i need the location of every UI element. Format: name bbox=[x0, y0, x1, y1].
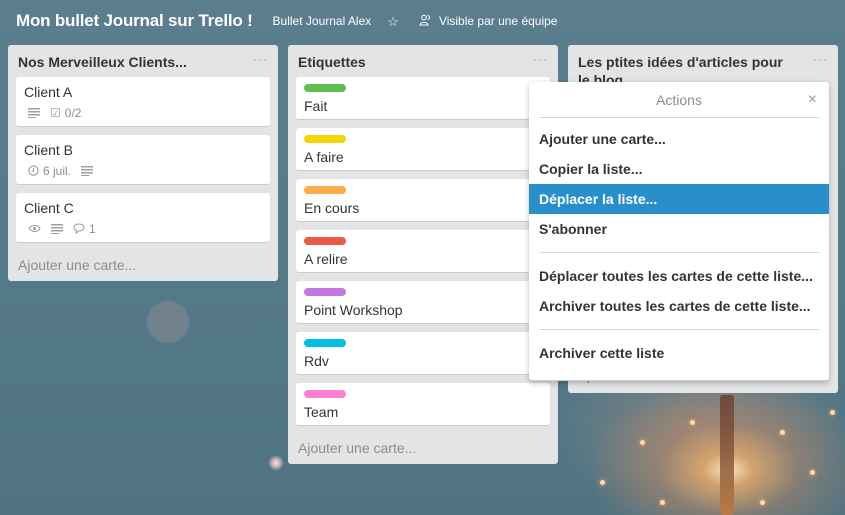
list-menu-icon[interactable]: ··· bbox=[813, 53, 828, 65]
clock-icon bbox=[28, 164, 39, 178]
comments-count: 1 bbox=[89, 222, 96, 236]
card-label-color bbox=[304, 339, 346, 347]
description-icon bbox=[51, 224, 63, 234]
add-card-button[interactable]: Ajouter une carte... bbox=[288, 434, 558, 464]
due-date-badge: 6 juil. bbox=[28, 164, 71, 178]
background-spark bbox=[660, 500, 665, 505]
card-title: Point Workshop bbox=[304, 302, 403, 318]
board-title[interactable]: Mon bullet Journal sur Trello ! bbox=[16, 11, 253, 31]
checklist-count: 0/2 bbox=[64, 106, 82, 120]
card-label-color bbox=[304, 237, 346, 245]
label-card[interactable]: A faire bbox=[296, 128, 550, 171]
menu-item[interactable]: Ajouter une carte... bbox=[529, 124, 829, 154]
description-icon bbox=[28, 108, 40, 118]
list-clients: Nos Merveilleux Clients... ··· Client A … bbox=[8, 45, 278, 281]
label-card[interactable]: A relire bbox=[296, 230, 550, 273]
card-title: Fait bbox=[304, 98, 328, 114]
card-title: En cours bbox=[304, 200, 360, 216]
card-title: Client B bbox=[24, 142, 74, 158]
menu-divider bbox=[539, 329, 819, 330]
background-spark bbox=[690, 420, 695, 425]
eye-icon bbox=[28, 223, 41, 235]
card-client-c[interactable]: Client C 1 bbox=[16, 193, 270, 243]
menu-item[interactable]: Archiver cette liste bbox=[529, 338, 829, 368]
board-header: Mon bullet Journal sur Trello ! Bullet J… bbox=[0, 0, 845, 42]
star-button[interactable]: ☆ bbox=[387, 15, 399, 28]
card-label-color bbox=[304, 84, 346, 92]
list-title[interactable]: Etiquettes bbox=[298, 53, 366, 71]
background-spark bbox=[830, 410, 835, 415]
list-menu-icon[interactable]: ··· bbox=[533, 53, 548, 65]
menu-item[interactable]: Déplacer la liste... bbox=[529, 184, 829, 214]
description-icon bbox=[81, 166, 94, 176]
card-title: Team bbox=[304, 404, 339, 420]
popover-header: Actions × bbox=[539, 82, 819, 118]
card-label-color bbox=[304, 135, 346, 143]
list-title[interactable]: Nos Merveilleux Clients... bbox=[18, 53, 187, 71]
team-button[interactable]: Bullet Journal Alex bbox=[273, 14, 372, 28]
card-label-color bbox=[304, 288, 346, 296]
due-date: 6 juil. bbox=[43, 164, 72, 178]
list-actions-popover: Actions × Ajouter une carte... Copier la … bbox=[529, 82, 829, 381]
list-header: Etiquettes ··· bbox=[288, 45, 558, 77]
menu-item[interactable]: Copier la liste... bbox=[529, 154, 829, 184]
menu-item[interactable]: S'abonner bbox=[529, 214, 829, 244]
menu-item[interactable]: Archiver toutes les cartes de cette list… bbox=[529, 291, 829, 321]
label-card[interactable]: Rdv bbox=[296, 332, 550, 375]
visibility-button[interactable]: Visible par une équipe bbox=[419, 14, 558, 28]
card-title: A relire bbox=[304, 251, 348, 267]
card-title: Rdv bbox=[304, 353, 329, 369]
card-title: A faire bbox=[304, 149, 344, 165]
checklist-icon: ☑ bbox=[50, 106, 61, 120]
card-client-a[interactable]: Client A ☑ 0/2 bbox=[16, 77, 270, 127]
label-card[interactable]: Fait bbox=[296, 77, 550, 120]
team-icon bbox=[419, 14, 431, 28]
team-name: Bullet Journal Alex bbox=[272, 14, 372, 28]
card-label-color bbox=[304, 390, 346, 398]
card-label-color bbox=[304, 186, 346, 194]
list-header: Nos Merveilleux Clients... ··· bbox=[8, 45, 278, 77]
checklist-badge: ☑ 0/2 bbox=[50, 106, 81, 120]
background-spark bbox=[600, 480, 605, 485]
card-title: Client C bbox=[24, 200, 74, 216]
comments-badge: 1 bbox=[73, 222, 96, 236]
star-icon: ☆ bbox=[387, 13, 399, 29]
card-client-b[interactable]: Client B 6 juil. bbox=[16, 135, 270, 185]
comment-icon bbox=[73, 222, 85, 236]
menu-divider bbox=[539, 252, 819, 253]
list-etiquettes: Etiquettes ··· Fait A faire En cours A reli… bbox=[288, 45, 558, 464]
popover-title: Actions bbox=[656, 92, 702, 108]
label-card[interactable]: Team bbox=[296, 383, 550, 426]
background-spark bbox=[810, 470, 815, 475]
background-spark bbox=[760, 500, 765, 505]
menu-item[interactable]: Déplacer toutes les cartes de cette list… bbox=[529, 261, 829, 291]
background-spark bbox=[780, 430, 785, 435]
background-spark bbox=[640, 440, 645, 445]
list-menu-icon[interactable]: ··· bbox=[253, 53, 268, 65]
label-card[interactable]: En cours bbox=[296, 179, 550, 222]
label-card[interactable]: Point Workshop bbox=[296, 281, 550, 324]
background-sparkler bbox=[720, 395, 734, 515]
close-icon[interactable]: × bbox=[808, 82, 817, 118]
add-card-button[interactable]: Ajouter une carte... bbox=[8, 251, 278, 281]
visibility-label: Visible par une équipe bbox=[438, 14, 558, 28]
card-title: Client A bbox=[24, 84, 73, 100]
